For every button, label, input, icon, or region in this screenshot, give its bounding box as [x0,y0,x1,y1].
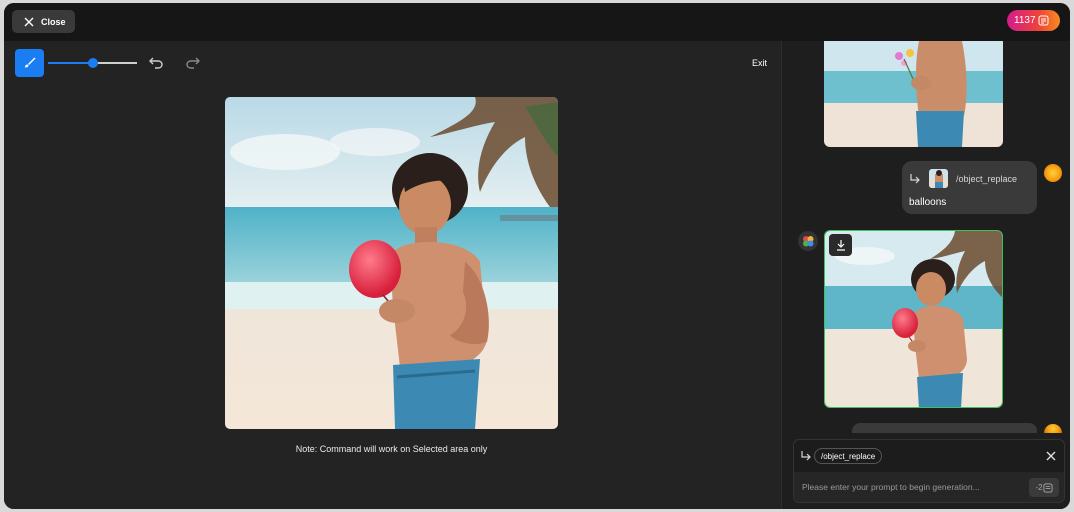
undo-icon [149,57,163,69]
credits-count: 1137 [1014,15,1036,26]
brush-size-slider[interactable] [48,58,137,68]
top-bar: Close 1137 [4,3,1070,41]
brush-icon [24,57,35,68]
app-window: Close 1137 Exit Note: Command will work … [4,3,1070,509]
ai-avatar [798,231,818,251]
coin-icon [1043,482,1053,493]
clear-command-button[interactable] [1044,449,1058,463]
beach-boy-photo [225,97,558,429]
balloon-boy-photo [825,231,1002,407]
coin-icon [1038,15,1049,26]
credits-badge[interactable]: 1137 [1007,10,1060,31]
reply-arrow-icon [801,451,811,461]
brush-tool-button[interactable] [15,49,44,77]
prompt-header: /object_replace [794,440,1064,472]
close-button-label: Close [41,16,66,27]
message-command: /object_replace [956,173,1018,184]
ai-logo-icon [803,236,814,247]
prompt-box: /object_replace -2 [793,439,1065,503]
chat-panel: /object_replace balloons /object_replace… [781,41,1070,509]
reply-arrow-icon [910,173,920,183]
flower-boy-photo [824,41,1003,147]
download-button[interactable] [829,234,852,256]
edit-canvas-image[interactable] [225,97,558,429]
user-avatar-partial [1044,424,1062,433]
next-message-bubble [852,423,1037,433]
generated-result-image[interactable] [824,230,1003,408]
close-icon [24,17,34,26]
user-message-bubble: /object_replace balloons [902,161,1037,214]
undo-button[interactable] [147,54,165,72]
redo-icon [186,57,200,69]
cost-value: -2 [1035,483,1043,492]
editor-panel: Exit Note: Command will work on Selected… [4,41,781,509]
source-thumbnail [929,169,948,188]
user-avatar [1044,164,1062,182]
selection-note: Note: Command will work on Selected area… [295,444,488,454]
brush-size-fill [48,62,93,64]
close-button[interactable]: Close [12,10,75,33]
download-icon [836,240,845,251]
brush-size-knob[interactable] [87,58,98,68]
previous-result-image[interactable] [824,41,1003,147]
redo-button[interactable] [184,54,202,72]
generate-cost-button[interactable]: -2 [1029,478,1059,497]
close-icon [1046,451,1056,461]
message-text: balloons [909,197,947,208]
command-chip[interactable]: /object_replace [814,448,883,464]
prompt-input[interactable] [802,476,1022,498]
exit-link[interactable]: Exit [752,58,767,68]
